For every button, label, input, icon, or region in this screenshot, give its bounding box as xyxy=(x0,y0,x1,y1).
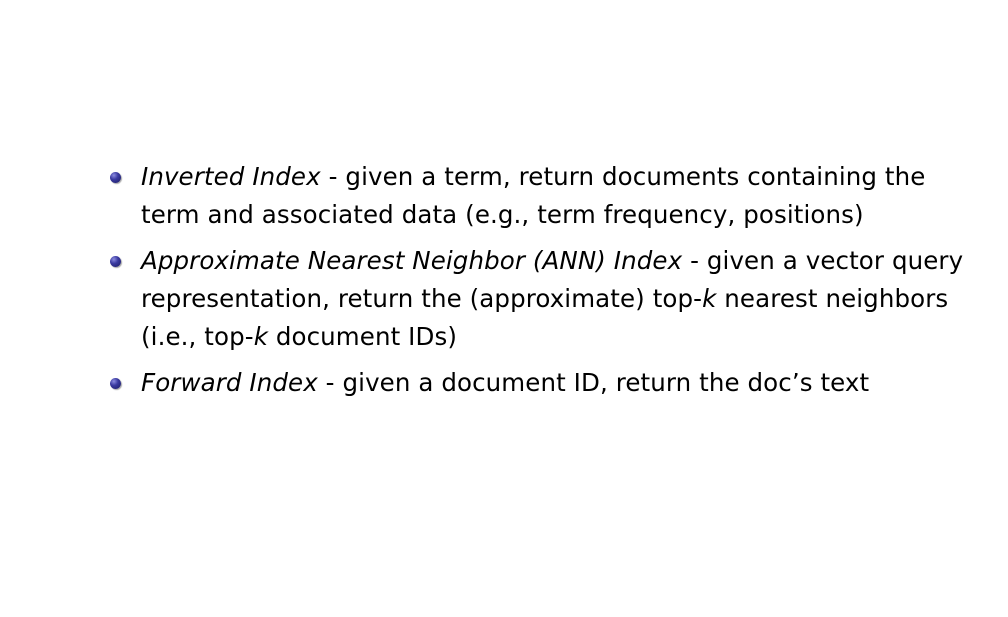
description-ann-index-part-3: document IDs) xyxy=(267,322,457,351)
description-forward-index: - given a document ID, return the doc’s … xyxy=(317,368,870,397)
term-ann-index: Approximate Nearest Neighbor (ANN) Index xyxy=(141,246,683,275)
bullet-ball-icon xyxy=(110,378,121,389)
term-inverted-index: Inverted Index xyxy=(141,162,321,191)
bullet-list: Inverted Index - given a term, return do… xyxy=(108,158,988,410)
bullet-item-forward-index: Forward Index - given a document ID, ret… xyxy=(108,364,988,402)
variable-k: k xyxy=(702,284,717,313)
bullet-ball-icon xyxy=(110,172,121,183)
slide: Inverted Index - given a term, return do… xyxy=(0,0,1008,617)
term-forward-index: Forward Index xyxy=(141,368,318,397)
bullet-item-inverted-index: Inverted Index - given a term, return do… xyxy=(108,158,988,234)
bullet-item-ann-index: Approximate Nearest Neighbor (ANN) Index… xyxy=(108,242,988,356)
variable-k: k xyxy=(253,322,268,351)
bullet-ball-icon xyxy=(110,256,121,267)
